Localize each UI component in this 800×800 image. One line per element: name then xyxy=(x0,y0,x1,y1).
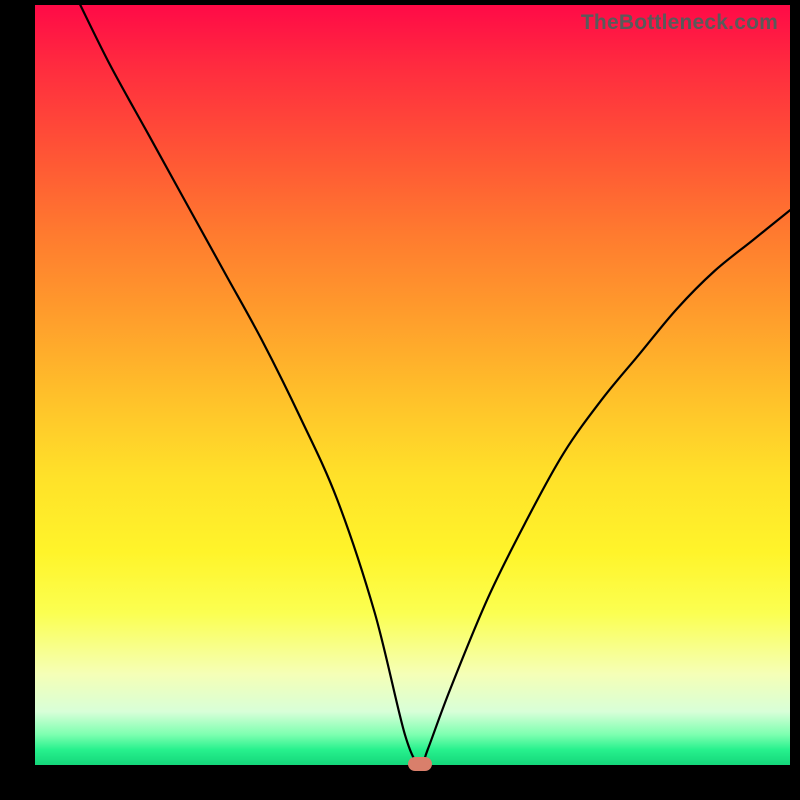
bottleneck-marker xyxy=(408,757,432,771)
plot-area: TheBottleneck.com xyxy=(35,5,790,765)
bottleneck-curve xyxy=(35,5,790,765)
chart-frame: TheBottleneck.com xyxy=(0,0,800,800)
